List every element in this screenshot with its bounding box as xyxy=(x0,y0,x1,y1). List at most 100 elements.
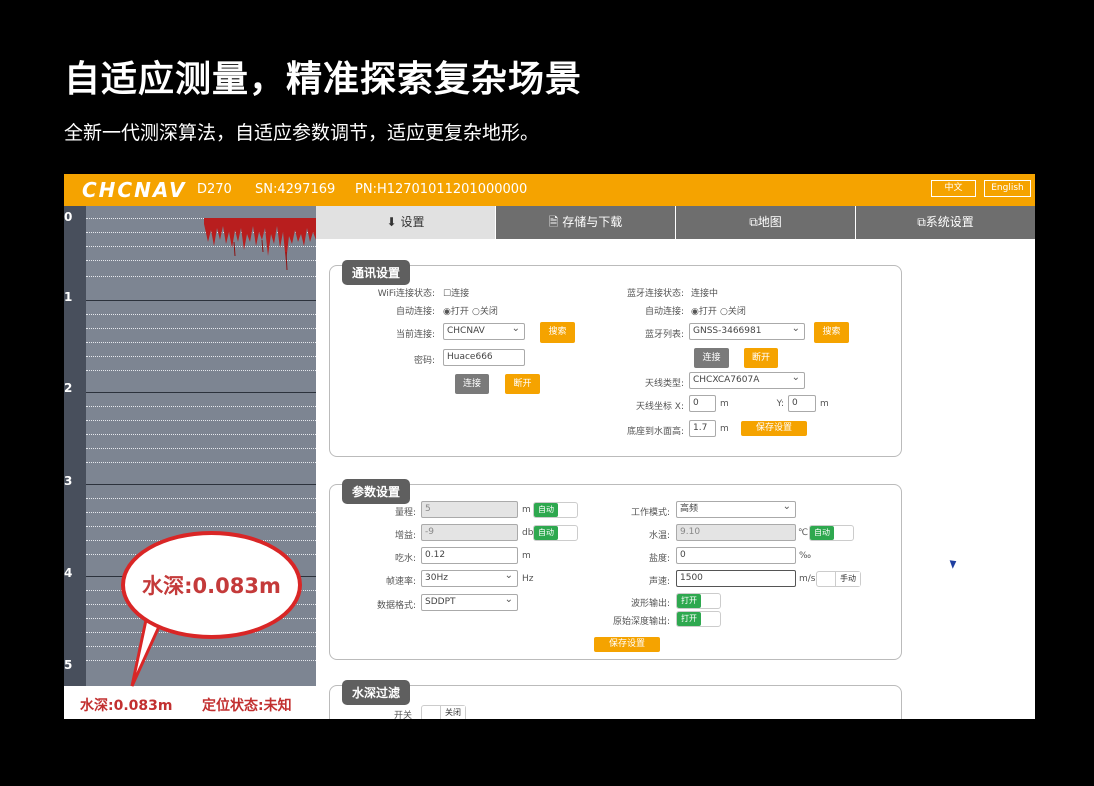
tab-label: 存储与下载 xyxy=(562,215,623,229)
password-input[interactable]: Huace666 xyxy=(443,349,525,366)
gain-label: 增益: xyxy=(394,531,416,541)
toggle-on-label: 自动 xyxy=(534,526,558,540)
file-icon: 🗎 xyxy=(548,215,559,229)
current-conn-label: 当前连接: xyxy=(395,330,435,340)
wifi-status-label: WiFi连接状态: xyxy=(377,289,435,299)
depth-readout: 水深:0.083m xyxy=(80,698,173,714)
waveform-output-label: 波形输出: xyxy=(630,599,670,609)
range-auto-toggle[interactable]: 自动 xyxy=(533,502,578,518)
water-temp-auto-toggle[interactable]: 自动 xyxy=(809,525,854,541)
language-english-button[interactable]: English xyxy=(984,180,1031,197)
filter-switch-toggle[interactable]: 关闭 xyxy=(421,705,466,719)
unit-celsius: ℃ xyxy=(798,528,809,538)
raw-depth-output-toggle[interactable]: 打开 xyxy=(676,611,721,627)
param-settings-panel: 参数设置 量程: 5 m 自动 增益: -9 db 自动 吃水: 0.12 m … xyxy=(329,479,902,660)
filter-switch-label: 开关 xyxy=(393,711,412,719)
tab-system-settings[interactable]: ⧉系统设置 xyxy=(856,206,1035,239)
bt-search-button[interactable]: 搜索 xyxy=(814,322,849,343)
chcnav-logo: CHCNAV xyxy=(82,178,187,202)
sound-speed-label: 声速: xyxy=(648,577,670,587)
wifi-connect-button[interactable]: 连接 xyxy=(455,374,489,394)
depth-tick: 0 xyxy=(64,210,73,224)
depth-tick: 2 xyxy=(64,381,73,395)
tab-storage-download[interactable]: 🗎 存储与下载 xyxy=(496,206,676,239)
password-label: 密码: xyxy=(413,356,435,366)
sound-speed-manual-toggle[interactable]: 手动 xyxy=(816,571,861,587)
tab-settings[interactable]: ⬇ 设置 xyxy=(316,206,496,239)
bt-list-select[interactable]: GNSS-3466981 xyxy=(689,323,805,340)
device-model: D270 xyxy=(197,182,232,197)
gain-auto-toggle[interactable]: 自动 xyxy=(533,525,578,541)
auto-connect-on-radio[interactable]: ◉打开 xyxy=(443,304,469,317)
wifi-status-value: ☐连接 xyxy=(443,289,470,299)
antenna-x-label: 天线坐标 X: xyxy=(635,402,684,412)
draft-label: 吃水: xyxy=(394,554,416,564)
tab-label: 地图 xyxy=(757,215,782,229)
antenna-y-input[interactable]: 0 xyxy=(788,395,816,412)
draft-input[interactable]: 0.12 xyxy=(421,547,518,564)
sound-speed-input[interactable]: 1500 xyxy=(676,570,796,587)
current-conn-select[interactable]: CHCNAV xyxy=(443,323,525,340)
range-label: 量程: xyxy=(394,508,416,518)
bt-status-value: 连接中 xyxy=(691,289,719,299)
unit-m: m xyxy=(820,399,829,409)
antenna-type-select[interactable]: CHCXCA7607A xyxy=(689,372,805,389)
slide-title: 自适应测量，精准探索复杂场景 xyxy=(64,59,583,100)
unit-ms: m/s xyxy=(799,574,816,584)
bt-auto-on-radio[interactable]: ◉打开 xyxy=(691,304,717,317)
unit-db: db xyxy=(522,528,534,538)
settings-content: 通讯设置 WiFi连接状态: ☐连接 自动连接: ◉打开 ○关闭 当前连接: C… xyxy=(316,239,1035,719)
toggle-on-label: 打开 xyxy=(677,594,701,608)
auto-connect-off-radio[interactable]: ○关闭 xyxy=(472,304,498,317)
settings-icon: ⧉ xyxy=(917,215,926,229)
wifi-search-button[interactable]: 搜索 xyxy=(540,322,575,343)
unit-m: m xyxy=(522,505,531,515)
gain-input[interactable]: -9 xyxy=(421,524,518,541)
tab-label: 设置 xyxy=(400,215,425,229)
data-format-select[interactable]: SDDPT xyxy=(421,594,518,611)
frame-rate-select[interactable]: 30Hz xyxy=(421,570,518,587)
panel-title: 参数设置 xyxy=(342,479,411,504)
bt-connect-button[interactable]: 连接 xyxy=(694,348,729,368)
base-height-input[interactable]: 1.7 xyxy=(689,420,716,437)
depth-tick: 4 xyxy=(64,566,73,580)
echogram-status-bar: 水深:0.083m 定位状态:未知 xyxy=(64,686,316,719)
tab-label: 系统设置 xyxy=(925,215,974,229)
wifi-disconnect-button[interactable]: 断开 xyxy=(505,374,540,394)
comm-save-button[interactable]: 保存设置 xyxy=(741,421,807,436)
waveform-output-toggle[interactable]: 打开 xyxy=(676,593,721,609)
base-height-label: 底座到水面高: xyxy=(626,427,684,437)
raw-depth-output-label: 原始深度输出: xyxy=(612,617,670,627)
frame-rate-label: 帧速率: xyxy=(385,577,416,587)
unit-hz: Hz xyxy=(522,574,534,584)
bt-disconnect-button[interactable]: 断开 xyxy=(744,348,778,368)
water-temp-input[interactable]: 9.10 xyxy=(676,524,796,541)
panel-title: 通讯设置 xyxy=(342,260,411,285)
antenna-y-label: Y: xyxy=(776,399,784,409)
work-mode-select[interactable]: 高频 xyxy=(676,501,796,518)
comm-settings-panel: 通讯设置 WiFi连接状态: ☐连接 自动连接: ◉打开 ○关闭 当前连接: C… xyxy=(329,260,902,457)
toggle-on-label: 打开 xyxy=(677,612,701,626)
tab-map[interactable]: ⧉地图 xyxy=(676,206,856,239)
position-status: 定位状态:未知 xyxy=(202,698,292,714)
salinity-input[interactable]: 0 xyxy=(676,547,796,564)
language-chinese-button[interactable]: 中文 xyxy=(931,180,976,197)
bt-auto-off-radio[interactable]: ○关闭 xyxy=(720,304,746,317)
depth-tick: 1 xyxy=(64,290,73,304)
depth-tick: 5 xyxy=(64,658,73,672)
antenna-x-input[interactable]: 0 xyxy=(689,395,716,412)
bt-auto-connect-label: 自动连接: xyxy=(644,307,684,317)
toggle-off-label: 关闭 xyxy=(440,706,465,719)
callout-text: 水深:0.083m xyxy=(142,574,281,598)
antenna-type-label: 天线类型: xyxy=(644,379,684,389)
param-save-button[interactable]: 保存设置 xyxy=(594,637,660,652)
map-icon: ⧉ xyxy=(749,215,758,229)
range-input[interactable]: 5 xyxy=(421,501,518,518)
unit-permil: ‰ xyxy=(799,551,812,561)
depth-callout-bubble: 水深:0.083m xyxy=(121,531,302,639)
toggle-on-label: 自动 xyxy=(534,503,558,517)
unit-m: m xyxy=(522,551,531,561)
bt-status-label: 蓝牙连接状态: xyxy=(626,289,684,299)
data-format-label: 数据格式: xyxy=(376,601,416,611)
salinity-label: 盐度: xyxy=(648,554,670,564)
